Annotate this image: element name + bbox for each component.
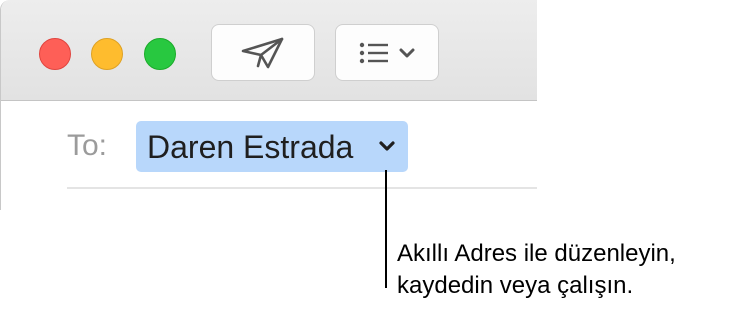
minimize-window-button[interactable] xyxy=(91,38,123,70)
callout-text: Akıllı Adres ile düzenleyin, kaydedin ve… xyxy=(397,238,676,302)
callout-line xyxy=(385,170,387,288)
chevron-down-icon[interactable] xyxy=(378,136,396,156)
send-button[interactable] xyxy=(211,24,315,81)
zoom-window-button[interactable] xyxy=(144,38,176,70)
list-icon xyxy=(359,42,388,63)
chevron-down-icon xyxy=(399,48,415,57)
window-toolbar xyxy=(1,0,537,101)
header-fields-menu-button[interactable] xyxy=(335,24,439,81)
callout-line-2: kaydedin veya çalışın. xyxy=(397,272,634,299)
paper-plane-icon xyxy=(241,37,284,68)
recipient-token[interactable]: Daren Estrada xyxy=(136,121,408,172)
close-window-button[interactable] xyxy=(39,38,71,70)
mail-compose-window: To: Daren Estrada xyxy=(0,0,537,210)
callout-line-1: Akıllı Adres ile düzenleyin, xyxy=(397,240,676,267)
to-field-divider xyxy=(67,187,537,189)
recipient-name: Daren Estrada xyxy=(147,128,354,165)
to-field-label: To: xyxy=(67,129,108,162)
